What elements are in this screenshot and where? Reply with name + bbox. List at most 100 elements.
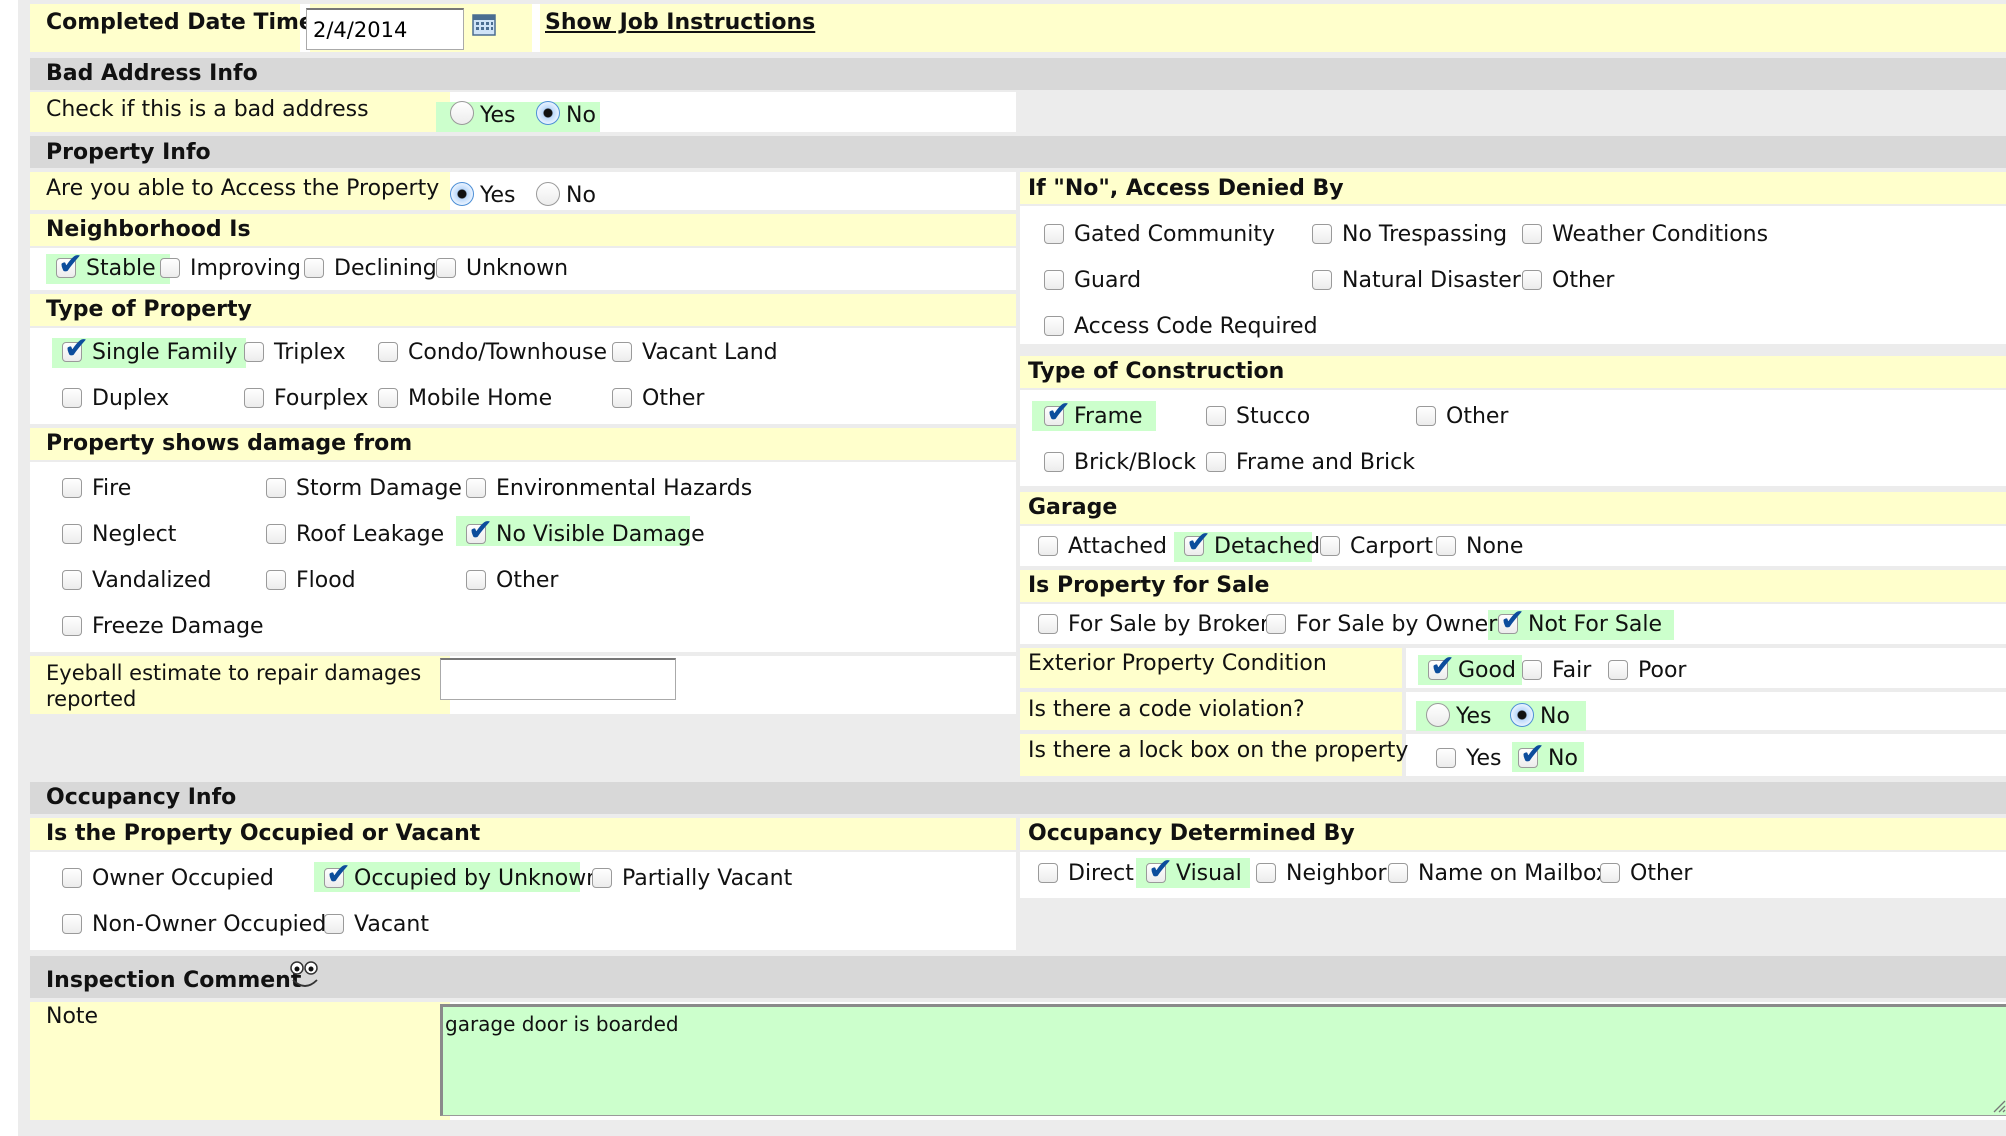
occupancy-section-title: Occupancy Info — [46, 785, 237, 810]
for-sale-by-broker-label: For Sale by Broker — [1068, 612, 1270, 637]
for-sale-title: Is Property for Sale — [1028, 573, 1270, 598]
duplex-checkbox[interactable] — [62, 388, 82, 408]
natural-disaster-checkbox[interactable] — [1312, 270, 1332, 290]
vacant-land-checkbox[interactable] — [612, 342, 632, 362]
triplex-checkbox[interactable] — [244, 342, 264, 362]
bad-address-yes-radio[interactable] — [450, 101, 474, 125]
lock-box-yes-checkbox[interactable] — [1436, 748, 1456, 768]
resize-handle-icon[interactable] — [1990, 1094, 2006, 1113]
non-owner-occupied-checkbox[interactable] — [62, 914, 82, 934]
access-code-required-checkbox[interactable] — [1044, 316, 1064, 336]
weather-conditions-label: Weather Conditions — [1552, 222, 1769, 247]
construction-other-checkbox[interactable] — [1416, 406, 1436, 426]
lock-box-no-checkbox[interactable] — [1518, 737, 1545, 772]
mobile-home-label: Mobile Home — [408, 386, 553, 411]
vacant-checkbox[interactable] — [324, 914, 344, 934]
direct-checkbox[interactable] — [1038, 863, 1058, 883]
code-violation-no-radio[interactable] — [1510, 703, 1534, 727]
storm-damage-label: Storm Damage — [296, 476, 462, 501]
bad-address-question: Check if this is a bad address — [46, 97, 369, 122]
neglect-checkbox[interactable] — [62, 524, 82, 544]
eyeball-estimate-input[interactable] — [440, 658, 676, 700]
access-question: Are you able to Access the Property — [46, 176, 440, 201]
single-family-checkbox[interactable] — [62, 331, 89, 366]
neighborhood-title: Neighborhood Is — [46, 217, 251, 242]
brick-block-checkbox[interactable] — [1044, 452, 1064, 472]
completed-date-input[interactable] — [306, 8, 464, 50]
determined-other-checkbox[interactable] — [1600, 863, 1620, 883]
damage-other-checkbox[interactable] — [466, 570, 486, 590]
completed-date-label: Completed Date Time — [46, 10, 314, 35]
frame-and-brick-label: Frame and Brick — [1236, 450, 1416, 475]
fourplex-checkbox[interactable] — [244, 388, 264, 408]
frame-checkbox[interactable] — [1044, 395, 1071, 430]
not-for-sale-checkbox[interactable] — [1498, 603, 1525, 638]
weather-conditions-checkbox[interactable] — [1522, 224, 1542, 244]
property-type-other-checkbox[interactable] — [612, 388, 632, 408]
bad-address-no-radio[interactable] — [536, 101, 560, 125]
natural-disaster-label: Natural Disaster — [1342, 268, 1521, 293]
gated-community-checkbox[interactable] — [1044, 224, 1064, 244]
flood-label: Flood — [296, 568, 356, 593]
bad-address-yes-label: Yes — [480, 103, 516, 128]
freeze-damage-checkbox[interactable] — [62, 616, 82, 636]
spellcheck-face-icon[interactable] — [288, 960, 322, 992]
occupied-by-unknown-checkbox[interactable] — [324, 857, 351, 892]
visual-checkbox[interactable] — [1146, 852, 1173, 887]
mobile-home-checkbox[interactable] — [378, 388, 398, 408]
direct-label: Direct — [1068, 861, 1134, 886]
garage-header — [1020, 492, 2006, 524]
access-yes-radio[interactable] — [450, 182, 474, 206]
carport-checkbox[interactable] — [1320, 536, 1340, 556]
show-job-instructions-link[interactable]: Show Job Instructions — [545, 10, 815, 36]
denied-other-checkbox[interactable] — [1522, 270, 1542, 290]
carport-label: Carport — [1350, 534, 1433, 559]
good-checkbox[interactable] — [1428, 649, 1455, 684]
stable-label: Stable — [86, 256, 156, 281]
lock-box-label: Is there a lock box on the property — [1028, 738, 1409, 763]
declining-checkbox[interactable] — [304, 258, 324, 278]
condo-townhouse-checkbox[interactable] — [378, 342, 398, 362]
note-textarea[interactable]: garage door is boarded — [440, 1004, 2006, 1116]
code-violation-yes-radio[interactable] — [1426, 703, 1450, 727]
stucco-checkbox[interactable] — [1206, 406, 1226, 426]
attached-label: Attached — [1068, 534, 1167, 559]
name-on-mailbox-checkbox[interactable] — [1388, 863, 1408, 883]
poor-checkbox[interactable] — [1608, 660, 1628, 680]
no-trespassing-checkbox[interactable] — [1312, 224, 1332, 244]
fair-checkbox[interactable] — [1522, 660, 1542, 680]
garage-none-checkbox[interactable] — [1436, 536, 1456, 556]
poor-label: Poor — [1638, 658, 1687, 683]
damage-other-label: Other — [496, 568, 559, 593]
roof-leakage-checkbox[interactable] — [266, 524, 286, 544]
lock-box-yes-label: Yes — [1466, 746, 1502, 771]
detached-checkbox[interactable] — [1184, 525, 1211, 560]
access-yes-label: Yes — [480, 183, 516, 208]
environmental-hazards-checkbox[interactable] — [466, 478, 486, 498]
guard-checkbox[interactable] — [1044, 270, 1064, 290]
exterior-label: Exterior Property Condition — [1028, 651, 1327, 676]
declining-label: Declining — [334, 256, 437, 281]
partially-vacant-checkbox[interactable] — [592, 868, 612, 888]
fire-checkbox[interactable] — [62, 478, 82, 498]
owner-occupied-checkbox[interactable] — [62, 868, 82, 888]
unknown-checkbox[interactable] — [436, 258, 456, 278]
no-visible-damage-label: No Visible Damage — [496, 522, 705, 547]
for-sale-by-owner-checkbox[interactable] — [1266, 614, 1286, 634]
attached-checkbox[interactable] — [1038, 536, 1058, 556]
neighbor-checkbox[interactable] — [1256, 863, 1276, 883]
vandalized-checkbox[interactable] — [62, 570, 82, 590]
improving-checkbox[interactable] — [160, 258, 180, 278]
flood-checkbox[interactable] — [266, 570, 286, 590]
frame-label: Frame — [1074, 404, 1143, 429]
vacant-land-label: Vacant Land — [642, 340, 778, 365]
storm-damage-checkbox[interactable] — [266, 478, 286, 498]
access-no-radio[interactable] — [536, 182, 560, 206]
stucco-label: Stucco — [1236, 404, 1311, 429]
frame-and-brick-checkbox[interactable] — [1206, 452, 1226, 472]
for-sale-by-broker-checkbox[interactable] — [1038, 614, 1058, 634]
good-label: Good — [1458, 658, 1516, 683]
stable-checkbox[interactable] — [56, 247, 83, 282]
no-visible-damage-checkbox[interactable] — [466, 513, 493, 548]
calendar-icon[interactable] — [472, 12, 496, 36]
